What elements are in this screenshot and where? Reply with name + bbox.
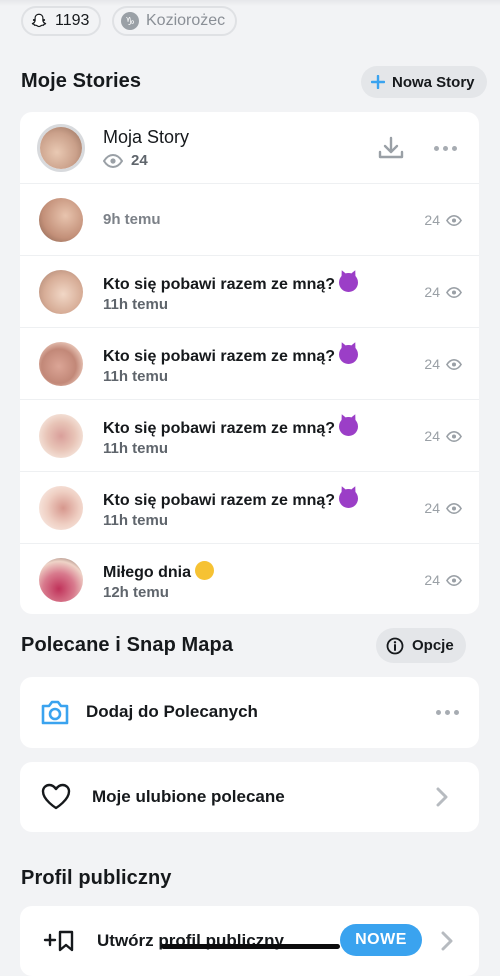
options-label: Opcje (412, 637, 454, 654)
favorite-spotlight-label: Moje ulubione polecane (92, 787, 285, 806)
eye-icon (446, 502, 462, 514)
create-public-profile-card[interactable]: Utwórz profil publiczny NOWE (20, 906, 479, 976)
story-views: 24 (424, 356, 462, 372)
public-profile-title: Profil publiczny (21, 867, 172, 889)
my-story-views-count: 24 (131, 152, 148, 169)
face-blowing-kiss-icon (195, 561, 214, 580)
add-to-spotlight-label: Dodaj do Polecanych (86, 702, 258, 721)
story-item[interactable]: Kto się pobawi razem ze mną? 11h temu 24 (20, 472, 479, 544)
eye-icon (446, 574, 462, 586)
story-item[interactable]: Kto się pobawi razem ze mną? 11h temu 24 (20, 400, 479, 472)
capricorn-icon: ♑ (120, 11, 140, 31)
story-title: Kto się pobawi razem ze mną? (103, 273, 359, 294)
home-indicator[interactable] (161, 944, 340, 949)
add-to-spotlight-card[interactable]: Dodaj do Polecanych (20, 677, 479, 748)
story-title: Kto się pobawi razem ze mną? (103, 489, 359, 510)
story-views: 24 (424, 212, 462, 228)
story-views: 24 (424, 284, 462, 300)
info-icon (386, 637, 404, 655)
more-options-icon[interactable] (434, 146, 457, 151)
story-item[interactable]: Kto się pobawi razem ze mną? 11h temu 24 (20, 328, 479, 400)
my-story-row[interactable]: Moja Story 24 (20, 112, 479, 184)
favorite-spotlight-card[interactable]: Moje ulubione polecane (20, 762, 479, 832)
my-story-title: Moja Story (103, 127, 190, 147)
story-title: Kto się pobawi razem ze mną? (103, 417, 359, 438)
my-stories-title: Moje Stories (21, 70, 142, 92)
story-thumbnail (39, 270, 83, 314)
smiling-devil-icon (339, 345, 359, 364)
smiling-devil-icon (339, 417, 359, 436)
story-time: 11h temu (103, 296, 169, 313)
chevron-right-icon (436, 787, 448, 812)
profile-header-strip: 1193 ♑ Koziorożec (0, 0, 500, 52)
story-thumbnail (39, 342, 83, 386)
story-time: 11h temu (103, 440, 169, 457)
story-thumbnail (39, 558, 83, 602)
new-story-button[interactable]: Nowa Story (361, 66, 487, 98)
story-title: Kto się pobawi razem ze mną? (103, 345, 359, 366)
story-thumbnail (39, 414, 83, 458)
story-time: 11h temu (103, 512, 169, 529)
story-title: Miłego dnia (103, 561, 214, 582)
my-story-views: 24 (103, 152, 148, 169)
story-views: 24 (424, 428, 462, 444)
story-item[interactable]: 9h temu 24 (20, 184, 479, 256)
heart-icon (41, 783, 71, 815)
options-button[interactable]: Opcje (376, 628, 466, 663)
smiling-devil-icon (339, 273, 359, 292)
story-time: 11h temu (103, 368, 169, 385)
eye-icon (446, 358, 462, 370)
eye-icon (446, 286, 462, 298)
eye-icon (446, 430, 462, 442)
plus-icon (371, 75, 385, 89)
camera-icon (40, 698, 70, 731)
smiling-devil-icon (339, 489, 359, 508)
snap-score-chip[interactable]: 1193 (21, 6, 102, 36)
zodiac-chip[interactable]: ♑ Koziorożec (112, 6, 238, 36)
new-badge: NOWE (340, 924, 422, 956)
story-time: 12h temu (103, 584, 169, 601)
my-stories-card: Moja Story 24 9h temu 24 Kto się pobawi … (20, 112, 479, 614)
story-time: 9h temu (103, 211, 161, 228)
story-item[interactable]: Kto się pobawi razem ze mną? 11h temu 24 (20, 256, 479, 328)
story-thumbnail (39, 198, 83, 242)
eye-icon (446, 214, 462, 226)
ghost-icon (29, 11, 49, 31)
story-thumbnail (39, 486, 83, 530)
spotlight-title: Polecane i Snap Mapa (21, 634, 234, 656)
chevron-right-icon (441, 931, 453, 956)
zodiac-label: Koziorożec (146, 12, 226, 29)
eye-icon (103, 153, 123, 168)
add-bookmark-icon (43, 930, 75, 957)
story-views: 24 (424, 500, 462, 516)
story-item[interactable]: Miłego dnia 12h temu 24 (20, 544, 479, 614)
snap-score-value: 1193 (55, 12, 90, 29)
more-options-icon[interactable] (436, 710, 459, 715)
svg-text:♑: ♑ (125, 15, 135, 28)
my-story-avatar (37, 124, 85, 172)
download-icon[interactable] (378, 136, 404, 165)
story-views: 24 (424, 572, 462, 588)
new-story-label: Nowa Story (392, 73, 475, 91)
